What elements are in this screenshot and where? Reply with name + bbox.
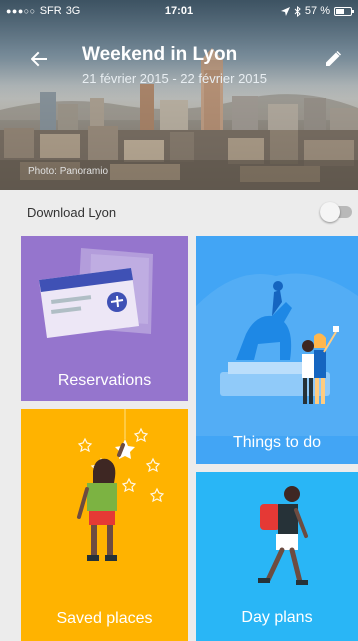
statue-icon [196,273,358,436]
pencil-icon [326,50,342,66]
carrier-name: SFR [39,5,62,17]
page-title: Weekend in Lyon [82,44,238,65]
battery-percent: 57 % [304,5,330,17]
things-to-do-label: Things to do [232,434,322,451]
download-toggle[interactable] [320,202,352,222]
reservations-tile[interactable]: Reservations [21,236,188,401]
download-label: Download Lyon [27,204,117,220]
download-row[interactable]: Download Lyon [0,190,358,234]
edit-button[interactable] [316,44,350,74]
saved-places-label: Saved places [56,610,153,627]
things-to-do-tile[interactable]: Things to do [196,236,358,464]
day-plans-label: Day plans [241,609,313,626]
saved-places-tile[interactable]: Saved places [21,409,188,641]
network-type: 3G [65,5,81,17]
stars-icon [77,409,165,561]
app-bar: Weekend in Lyon 21 février 2015 - 22 fév… [0,38,358,88]
back-button[interactable] [22,44,56,74]
toggle-knob [320,202,340,222]
arrow-left-icon [31,51,47,67]
status-bar: ●●●○○ SFR 3G 17:01 57 % [0,0,358,22]
battery-icon [334,6,354,16]
photo-credit: Photo: Panoramio [28,166,109,177]
reservations-label: Reservations [57,372,152,389]
bluetooth-icon [294,5,301,17]
location-arrow-icon [280,6,290,16]
day-plans-tile[interactable]: Day plans [196,472,358,641]
trip-dates: 21 février 2015 - 22 février 2015 [82,71,267,86]
signal-strength-icon: ●●●○○ [6,6,36,16]
header-photo [0,0,358,190]
